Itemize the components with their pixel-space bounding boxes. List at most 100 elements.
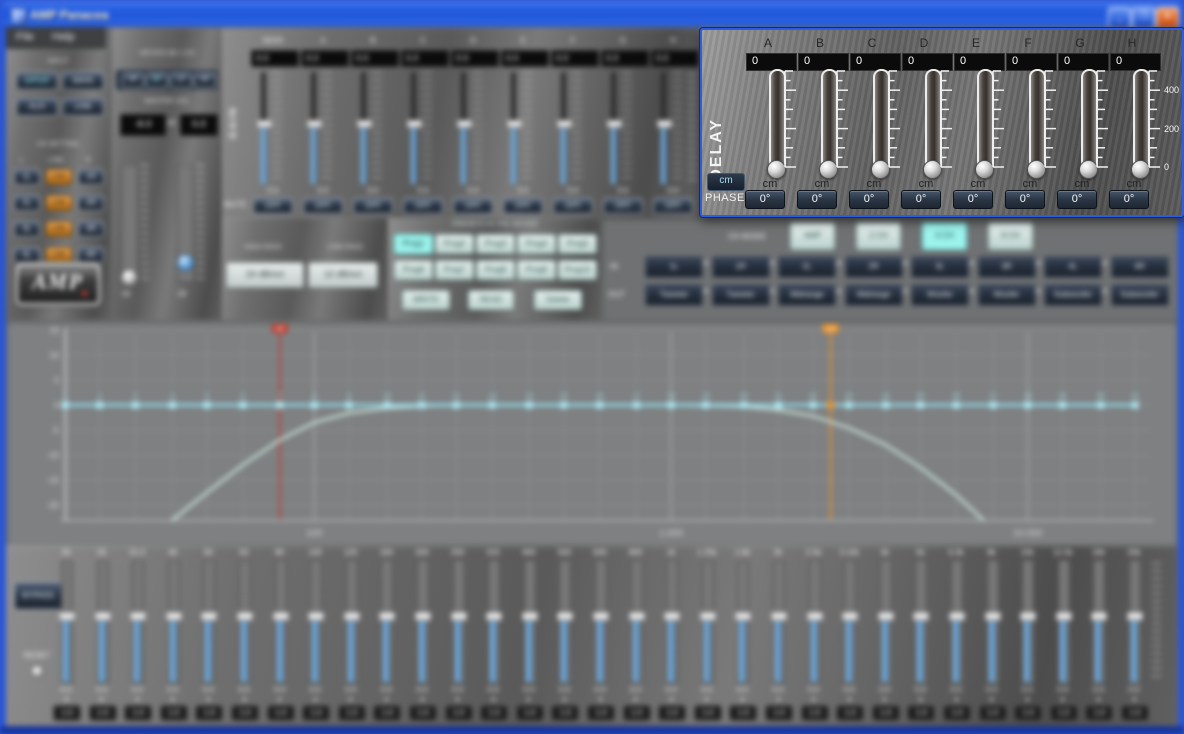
link-right-button[interactable]: 2R (78, 195, 104, 211)
link-left-button[interactable]: 1L (14, 169, 40, 185)
eq-band-point[interactable] (1132, 402, 1139, 409)
eq-band-q-value[interactable]: 1.0 (53, 705, 81, 721)
maximize-button[interactable]: ❐ (1132, 7, 1155, 28)
gain-fader-cap[interactable] (257, 120, 272, 128)
channel-mode-button[interactable]: 2 CH (856, 222, 901, 250)
eq-band-point[interactable] (596, 402, 603, 409)
title-bar[interactable]: AMP Panacea _ ❐ ✕ (2, 2, 1182, 28)
selected-eq-point[interactable] (827, 402, 834, 409)
eq-band-point[interactable] (990, 402, 997, 409)
eq-band-fader-cap[interactable] (913, 612, 929, 621)
input-source-button[interactable]: USB (62, 98, 104, 116)
input-source-button[interactable]: S/PDIF (16, 72, 58, 90)
eq-band-point[interactable] (203, 402, 210, 409)
input-source-button[interactable]: MAIN (62, 72, 104, 90)
gain-mute-button[interactable]: OFF (303, 198, 343, 214)
eq-band-point[interactable] (96, 402, 103, 409)
eq-band-fader-cap[interactable] (273, 612, 289, 621)
gain-mute-button[interactable]: OFF (503, 198, 543, 214)
eq-band-point[interactable] (489, 402, 496, 409)
routing-cell[interactable]: Midrange (778, 284, 836, 306)
eq-band-q-value[interactable]: 1.0 (409, 705, 437, 721)
eq-band-point[interactable] (1059, 402, 1066, 409)
gain-fader-cap[interactable] (607, 120, 622, 128)
eq-band-fader-cap[interactable] (415, 612, 431, 621)
eq-band-fader-cap[interactable] (771, 612, 787, 621)
eq-band-point[interactable] (810, 402, 817, 409)
eq-band-q-value[interactable]: 1.0 (551, 705, 579, 721)
preset-button[interactable]: Prog4 (517, 234, 556, 254)
frequency-response-graph[interactable]: 151050-5-10-15-201001.00010.000HPLP12345… (6, 320, 1178, 545)
eq-band-point[interactable] (311, 402, 318, 409)
eq-band-q-value[interactable]: 1.0 (623, 705, 651, 721)
eq-band-fader-cap[interactable] (1056, 612, 1072, 621)
delay-phase-button[interactable]: 0° (901, 190, 941, 209)
delay-phase-button[interactable]: 0° (1005, 190, 1045, 209)
gain-mute-button[interactable]: OFF (553, 198, 593, 214)
eq-band-fader-cap[interactable] (664, 612, 680, 621)
eq-band-fader-cap[interactable] (557, 612, 573, 621)
channel-mode-button[interactable]: 8 CH (988, 222, 1033, 250)
eq-band-fader-cap[interactable] (166, 612, 182, 621)
eq-band-fader-cap[interactable] (95, 612, 111, 621)
delay-phase-button[interactable]: 0° (1109, 190, 1149, 209)
eq-band-point[interactable] (633, 402, 640, 409)
delay-phase-button[interactable]: 0° (849, 190, 889, 209)
preset-button[interactable]: Prog1 (394, 234, 433, 254)
eq-band-q-value[interactable]: 1.0 (89, 705, 117, 721)
eq-band-point[interactable] (418, 402, 425, 409)
link-left-button[interactable]: 3L (14, 221, 40, 237)
eq-band-point[interactable] (384, 402, 391, 409)
gain-mute-button[interactable]: OFF (253, 198, 293, 214)
eq-band-fader-cap[interactable] (807, 612, 823, 621)
menu-help[interactable]: Help (52, 31, 75, 43)
eq-band-fader-cap[interactable] (629, 612, 645, 621)
gain-fader-cap[interactable] (557, 120, 572, 128)
eq-band-point[interactable] (62, 402, 69, 409)
eq-band-fader-cap[interactable] (344, 612, 360, 621)
eq-band-fader-cap[interactable] (593, 612, 609, 621)
eq-band-fader-cap[interactable] (379, 612, 395, 621)
eq-band-q-value[interactable]: 1.0 (943, 705, 971, 721)
eq-band-fader-cap[interactable] (1091, 612, 1107, 621)
eq-band-fader-cap[interactable] (486, 612, 502, 621)
eq-band-q-value[interactable]: 1.0 (907, 705, 935, 721)
eq-band-fader-cap[interactable] (1020, 612, 1036, 621)
close-button[interactable]: ✕ (1156, 7, 1179, 28)
eq-band-q-value[interactable]: 1.0 (160, 705, 188, 721)
input-source-button[interactable]: AUX (16, 98, 58, 116)
eq-band-point[interactable] (917, 402, 924, 409)
eq-band-q-value[interactable]: 1.0 (729, 705, 757, 721)
routing-cell[interactable]: 2R (845, 256, 903, 278)
delay-phase-button[interactable]: 0° (745, 190, 785, 209)
eq-band-q-value[interactable]: 1.0 (1050, 705, 1078, 721)
eq-band-point[interactable] (276, 402, 283, 409)
eq-band-point[interactable] (239, 402, 246, 409)
minimize-button[interactable]: _ (1108, 7, 1131, 28)
routing-cell[interactable]: Woofer (911, 284, 969, 306)
eq-band-point[interactable] (1097, 402, 1104, 409)
eq-band-point[interactable] (345, 402, 352, 409)
link-left-button[interactable]: 2L (14, 195, 40, 211)
eq-band-fader-cap[interactable] (130, 612, 146, 621)
eq-band-q-value[interactable]: 1.0 (801, 705, 829, 721)
routing-cell[interactable]: 3R (978, 256, 1036, 278)
eq-band-q-value[interactable]: 1.0 (445, 705, 473, 721)
routing-cell[interactable]: Tweeter (712, 284, 770, 306)
preset-button[interactable]: Prog2 (435, 234, 474, 254)
eq-band-q-value[interactable]: 1.0 (836, 705, 864, 721)
preset-button[interactable]: Prog3 (476, 234, 515, 254)
routing-cell[interactable]: Midrange (845, 284, 903, 306)
eq-band-point[interactable] (702, 402, 709, 409)
link-button[interactable]: LNK (46, 169, 72, 185)
routing-cell[interactable]: 2L (778, 256, 836, 278)
eq-band-q-value[interactable]: 1.0 (302, 705, 330, 721)
channel-mode-button[interactable]: AMP (790, 222, 835, 250)
eq-band-point[interactable] (132, 402, 139, 409)
gain-mute-button[interactable]: OFF (403, 198, 443, 214)
eq-band-q-value[interactable]: 1.0 (872, 705, 900, 721)
eq-band-q-value[interactable]: 1.0 (765, 705, 793, 721)
eq-band-fader-cap[interactable] (985, 612, 1001, 621)
preset-button[interactable]: Prog5 (558, 234, 597, 254)
eq-band-q-value[interactable]: 1.0 (231, 705, 259, 721)
